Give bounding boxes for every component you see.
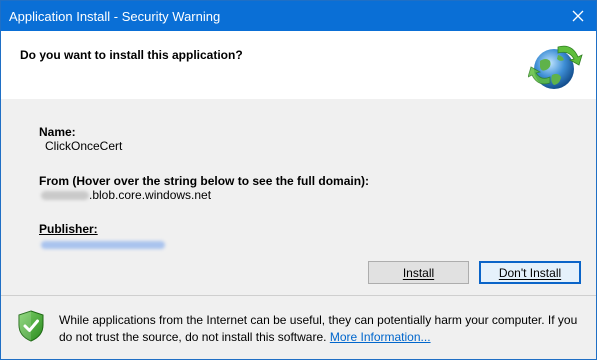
dialog-header: Do you want to install this application? (1, 31, 596, 99)
shield-check-icon (18, 310, 44, 342)
close-icon (572, 10, 584, 22)
name-value: ClickOnceCert (45, 139, 123, 153)
title-bar[interactable]: Application Install - Security Warning (1, 1, 596, 31)
close-button[interactable] (560, 1, 596, 31)
warning-message: While applications from the Internet can… (59, 313, 578, 344)
globe-install-icon (528, 45, 583, 89)
redacted-publisher-link[interactable] (41, 240, 165, 249)
install-button[interactable]: Install (368, 261, 469, 284)
more-information-link[interactable]: More Information... (330, 330, 431, 344)
security-warning-dialog: Application Install - Security Warning D… (0, 0, 597, 360)
publisher-label: Publisher: (39, 222, 98, 236)
from-label: From (Hover over the string below to see… (39, 174, 370, 188)
details-area: Name: ClickOnceCert From (Hover over the… (1, 99, 596, 295)
dont-install-button[interactable]: Don't Install (479, 261, 581, 284)
publisher-value[interactable] (41, 237, 165, 251)
from-domain-suffix: .blob.core.windows.net (89, 188, 212, 202)
name-label: Name: (39, 125, 76, 139)
redacted-subdomain (41, 191, 89, 201)
install-question: Do you want to install this application? (20, 48, 243, 62)
window-title: Application Install - Security Warning (9, 9, 221, 24)
from-value: .blob.core.windows.net (41, 188, 211, 202)
warning-footer: While applications from the Internet can… (1, 296, 596, 359)
security-warning-text: While applications from the Internet can… (59, 312, 579, 346)
